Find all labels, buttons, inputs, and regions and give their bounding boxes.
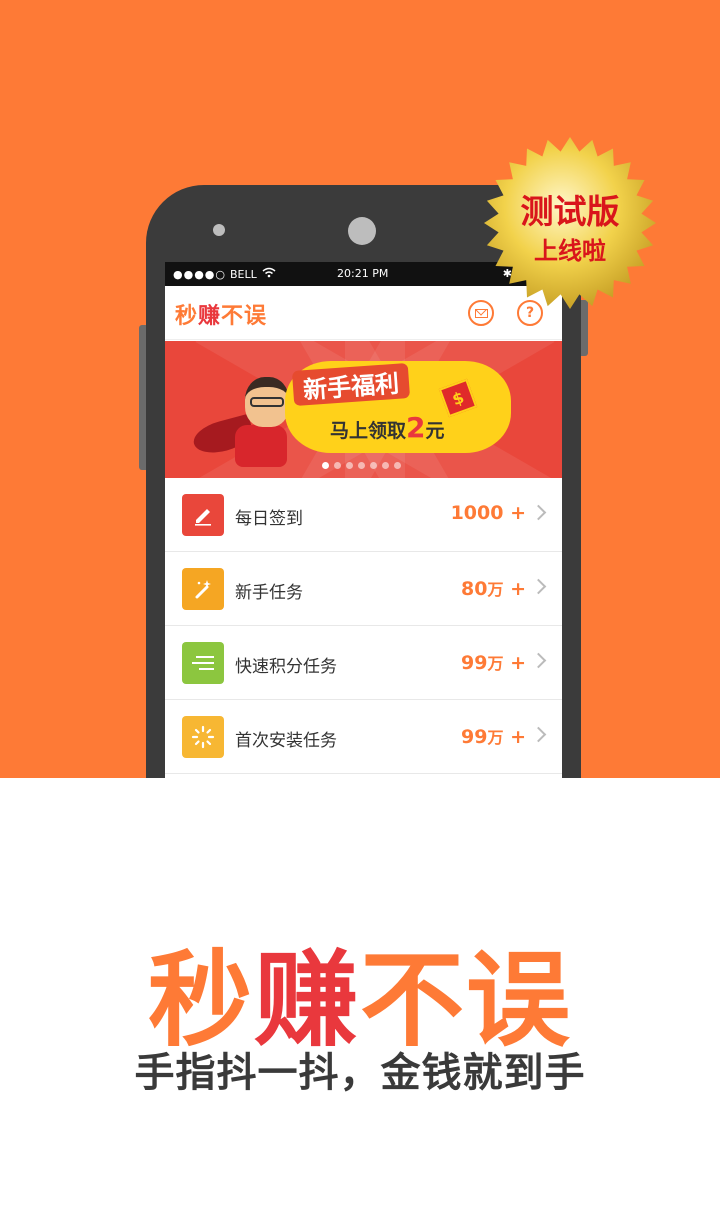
task-label: 新手任务 [235, 583, 303, 603]
task-row-daily-checkin[interactable]: 每日签到 1000 + [165, 478, 562, 552]
banner-subtitle: 马上领取2元 [330, 411, 445, 444]
badge-title: 测试版 [520, 192, 620, 231]
carousel-dots [322, 462, 401, 469]
task-row-quick-points[interactable]: 快速积分任务 99万 + [165, 626, 562, 700]
chevron-right-icon [530, 652, 547, 669]
phone-camera [348, 217, 376, 245]
carousel-dot[interactable] [382, 462, 389, 469]
superhero-mascot [190, 375, 289, 471]
loading-spinner-icon [182, 716, 224, 758]
carousel-dot[interactable] [370, 462, 377, 469]
promo-banner[interactable]: 新手福利 马上领取2元 $ [165, 341, 562, 478]
carousel-dot[interactable] [346, 462, 353, 469]
carrier-name: BELL [230, 267, 257, 281]
task-label: 快速积分任务 [235, 657, 337, 677]
carousel-dot[interactable] [334, 462, 341, 469]
signal-strength: ●●●●○ [173, 267, 226, 281]
task-list: 每日签到 1000 + 新手任务 80万 + 快速积分任务 99万 + 首次安装… [165, 478, 562, 774]
phone-screen: ●●●●○ BELL 20:21 PM ✱ 秒赚不误 ? 新手福利 马上领取2元… [165, 262, 562, 778]
task-row-first-install[interactable]: 首次安装任务 99万 + [165, 700, 562, 774]
status-time: 20:21 PM [337, 267, 389, 280]
task-label: 首次安装任务 [235, 731, 337, 751]
beta-launch-badge: 测试版 上线啦 [482, 135, 658, 311]
app-title: 秒赚不误 [175, 304, 268, 329]
fast-lines-icon [182, 642, 224, 684]
task-label: 每日签到 [235, 509, 303, 529]
magic-wand-icon [182, 568, 224, 610]
chevron-right-icon [530, 578, 547, 595]
task-row-newbie[interactable]: 新手任务 80万 + [165, 552, 562, 626]
chevron-right-icon [530, 726, 547, 743]
task-reward: 99万 + [460, 726, 526, 748]
phone-sensor [213, 224, 225, 236]
carousel-dot[interactable] [394, 462, 401, 469]
chevron-right-icon [530, 504, 547, 521]
carousel-dot[interactable] [322, 462, 329, 469]
speech-bubble-tail [287, 406, 307, 430]
badge-subtitle: 上线啦 [534, 237, 606, 265]
task-reward: 80万 + [460, 578, 526, 600]
pencil-icon [182, 494, 224, 536]
task-reward: 99万 + [460, 652, 526, 674]
task-reward: 1000 + [450, 502, 526, 524]
carousel-dot[interactable] [358, 462, 365, 469]
wifi-icon [262, 267, 276, 281]
promo-slogan: 手指抖一抖，金钱就到手 [134, 1050, 586, 1096]
